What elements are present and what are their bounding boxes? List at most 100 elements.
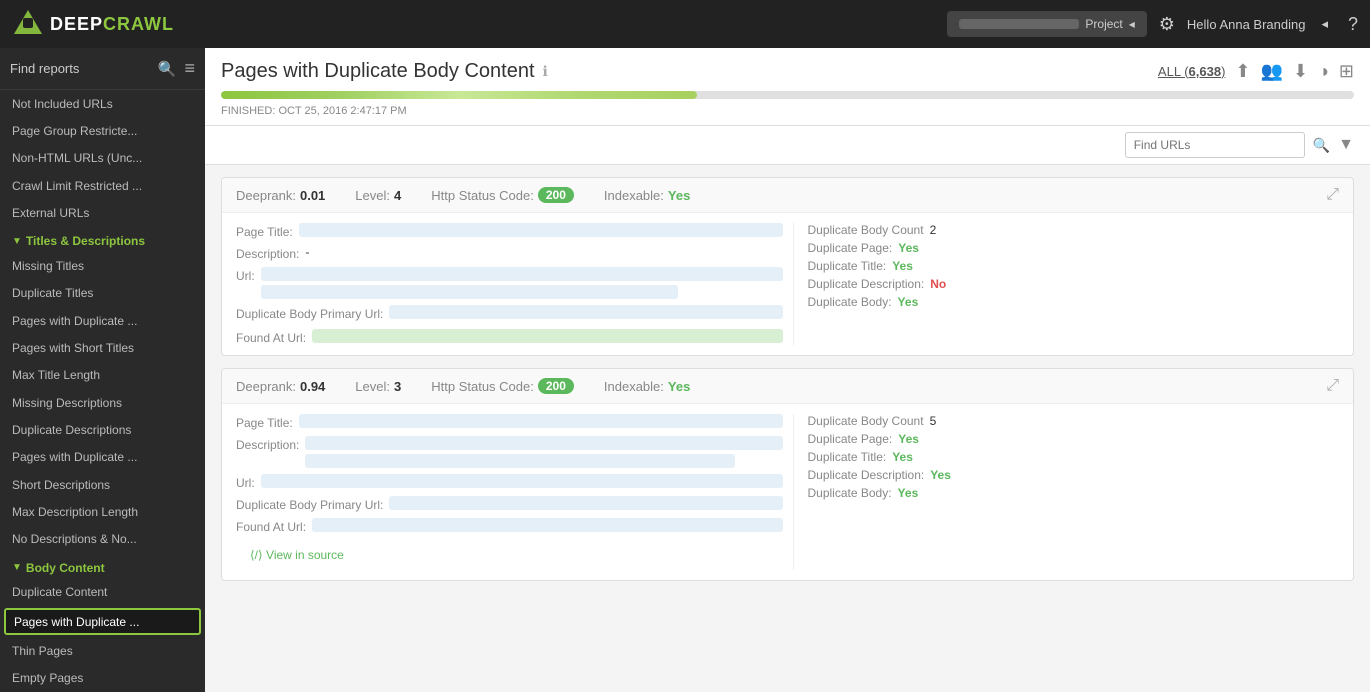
sidebar-item-missing-titles[interactable]: Missing Titles: [0, 252, 205, 279]
sidebar-item-duplicate-descriptions[interactable]: Duplicate Descriptions: [0, 416, 205, 443]
indexable-1: Yes: [668, 188, 690, 203]
record-card-1: Deeprank: 0.01 Level: 4 Http Status Code…: [221, 177, 1354, 356]
dup-title-1: Yes: [892, 259, 913, 273]
page-title: Pages with Duplicate Body Content ℹ: [221, 60, 548, 83]
record-body-2: Page Title: Description: Url:: [222, 404, 1353, 580]
sidebar-item-external-urls[interactable]: External URLs: [0, 199, 205, 226]
field-url-2: Url:: [236, 474, 783, 490]
dup-body-1: Yes: [898, 295, 919, 309]
section-arrow-icon: ▼: [12, 236, 22, 247]
status-badge-1: 200: [538, 187, 574, 203]
level-2: 3: [394, 379, 401, 394]
header-actions: ALL (6,638) ⬆ 👥 ⬇ ◑ ⊞: [1158, 61, 1354, 82]
record-card-2: Deeprank: 0.94 Level: 3 Http Status Code…: [221, 368, 1354, 581]
records-area: Deeprank: 0.01 Level: 4 Http Status Code…: [205, 165, 1370, 692]
field-dup-title-1: Duplicate Title: Yes: [808, 259, 1340, 273]
sidebar-item-empty-pages[interactable]: Empty Pages: [0, 665, 205, 692]
logo-deep-text: DEEP: [50, 14, 103, 34]
sidebar-search-bar: Find reports 🔍 ≡: [0, 48, 205, 90]
filter-funnel-icon[interactable]: ▼: [1338, 136, 1354, 154]
project-label: Project: [1085, 17, 1122, 31]
chart-icon[interactable]: ◑: [1318, 61, 1329, 82]
share-icon[interactable]: ⬆: [1235, 61, 1250, 82]
field-page-title-1: Page Title:: [236, 223, 783, 239]
logo-icon: [12, 8, 44, 40]
field-dup-title-2: Duplicate Title: Yes: [808, 450, 1340, 464]
field-dup-description-2: Duplicate Description: Yes: [808, 468, 1340, 482]
sidebar-item-no-descriptions[interactable]: No Descriptions & No...: [0, 525, 205, 552]
users-icon[interactable]: 👥: [1261, 61, 1283, 82]
dup-page-2: Yes: [898, 432, 919, 446]
search-icon[interactable]: 🔍: [158, 60, 177, 78]
field-description-1: Description: -: [236, 245, 783, 261]
info-icon[interactable]: ℹ: [543, 63, 548, 80]
record-header-2: Deeprank: 0.94 Level: 3 Http Status Code…: [222, 369, 1353, 404]
dup-title-2: Yes: [892, 450, 913, 464]
sidebar: Find reports 🔍 ≡ Not Included URLs Page …: [0, 48, 205, 692]
sidebar-item-pages-duplicate-desc[interactable]: Pages with Duplicate ...: [0, 444, 205, 471]
view-source-container: ⟨/⟩ View in source: [236, 540, 783, 570]
sidebar-item-duplicate-content[interactable]: Duplicate Content: [0, 579, 205, 606]
deeprank-2: 0.94: [300, 379, 325, 394]
section-body-arrow-icon: ▼: [12, 562, 22, 573]
field-found-at-1: Found At Url:: [236, 329, 783, 345]
field-dup-description-1: Duplicate Description: No: [808, 277, 1340, 291]
sidebar-item-duplicate-titles[interactable]: Duplicate Titles: [0, 280, 205, 307]
field-dup-body-url-1: Duplicate Body Primary Url:: [236, 305, 783, 323]
project-selector[interactable]: Project ◂: [947, 11, 1147, 37]
sidebar-item-crawl-limit[interactable]: Crawl Limit Restricted ...: [0, 172, 205, 199]
top-nav: DEEPCRAWL Project ◂ ⚙ Hello Anna Brandin…: [0, 0, 1370, 48]
sidebar-item-pages-short-titles[interactable]: Pages with Short Titles: [0, 334, 205, 361]
sidebar-item-pages-duplicate-body[interactable]: Pages with Duplicate ...: [4, 608, 201, 635]
sidebar-item-max-description-length[interactable]: Max Description Length: [0, 498, 205, 525]
sidebar-item-page-group[interactable]: Page Group Restricte...: [0, 117, 205, 144]
dup-body-count-2: 5: [930, 414, 937, 428]
field-dup-body-count-2: Duplicate Body Count 5: [808, 414, 1340, 428]
view-source-link[interactable]: ⟨/⟩ View in source: [236, 544, 783, 566]
expand-icon-1[interactable]: ⤢: [1326, 186, 1339, 204]
settings-icon[interactable]: ⚙: [1159, 14, 1175, 35]
dup-page-1: Yes: [898, 241, 919, 255]
field-page-title-2: Page Title:: [236, 414, 783, 430]
sidebar-item-max-title-length[interactable]: Max Title Length: [0, 362, 205, 389]
menu-icon[interactable]: ≡: [184, 58, 195, 79]
field-dup-body-count-1: Duplicate Body Count 2: [808, 223, 1340, 237]
progress-bar: [221, 91, 1354, 99]
sidebar-item-not-included-urls[interactable]: Not Included URLs: [0, 90, 205, 117]
all-count-label[interactable]: ALL (6,638): [1158, 64, 1226, 79]
logo-crawl-text: CRAWL: [103, 14, 174, 34]
finished-text: FINISHED: OCT 25, 2016 2:47:17 PM: [221, 105, 1354, 117]
sidebar-item-non-html-urls[interactable]: Non-HTML URLs (Unc...: [0, 145, 205, 172]
logo: DEEPCRAWL: [12, 8, 174, 40]
download-icon[interactable]: ⬇: [1293, 61, 1308, 82]
section-body-content[interactable]: ▼ Body Content: [0, 553, 205, 579]
grid-icon[interactable]: ⊞: [1339, 61, 1354, 82]
field-dup-page-1: Duplicate Page: Yes: [808, 241, 1340, 255]
expand-icon-2[interactable]: ⤢: [1326, 377, 1339, 395]
field-dup-body-1: Duplicate Body: Yes: [808, 295, 1340, 309]
field-dup-body-2: Duplicate Body: Yes: [808, 486, 1340, 500]
user-arrow-icon: ◂: [1321, 16, 1328, 32]
sidebar-item-thin-pages[interactable]: Thin Pages: [0, 637, 205, 664]
main-header: Pages with Duplicate Body Content ℹ ALL …: [205, 48, 1370, 126]
help-icon[interactable]: ?: [1348, 14, 1358, 35]
field-dup-page-2: Duplicate Page: Yes: [808, 432, 1340, 446]
record-body-1: Page Title: Description: - Url:: [222, 213, 1353, 355]
main-content: Pages with Duplicate Body Content ℹ ALL …: [205, 48, 1370, 692]
field-dup-body-url-2: Duplicate Body Primary Url:: [236, 496, 783, 512]
find-urls-input[interactable]: [1125, 132, 1305, 158]
field-description-2: Description:: [236, 436, 783, 468]
record-count: 6,638: [1189, 64, 1222, 79]
dup-body-2: Yes: [898, 486, 919, 500]
section-titles-descriptions[interactable]: ▼ Titles & Descriptions: [0, 226, 205, 252]
find-reports-label: Find reports: [10, 61, 150, 76]
record-header-1: Deeprank: 0.01 Level: 4 Http Status Code…: [222, 178, 1353, 213]
field-url-1: Url:: [236, 267, 783, 299]
sidebar-item-missing-descriptions[interactable]: Missing Descriptions: [0, 389, 205, 416]
sidebar-item-short-descriptions[interactable]: Short Descriptions: [0, 471, 205, 498]
filter-search-icon[interactable]: 🔍: [1313, 137, 1330, 154]
user-label: Hello Anna Branding: [1187, 17, 1306, 32]
indexable-2: Yes: [668, 379, 690, 394]
level-1: 4: [394, 188, 401, 203]
sidebar-item-pages-duplicate-title[interactable]: Pages with Duplicate ...: [0, 307, 205, 334]
